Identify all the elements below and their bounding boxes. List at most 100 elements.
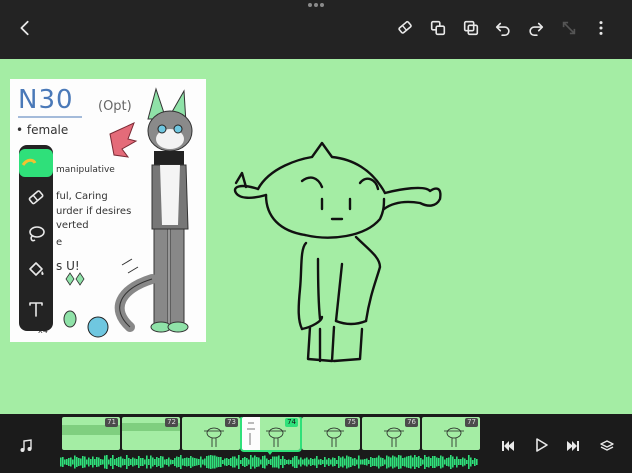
waveform-bar xyxy=(476,459,478,465)
waveform-bar xyxy=(74,455,76,469)
waveform-bar xyxy=(146,455,148,469)
redo-icon xyxy=(529,22,544,37)
frame-thumbnail[interactable]: 74 xyxy=(240,417,302,452)
waveform-bar xyxy=(332,457,334,467)
waveform-bar xyxy=(232,456,234,468)
waveform-bar xyxy=(208,455,210,469)
frame-thumbnail[interactable]: 72 xyxy=(122,417,180,450)
waveform-bar xyxy=(328,458,330,466)
text-tool[interactable] xyxy=(19,295,53,323)
waveform-bar xyxy=(234,456,236,468)
waveform-bar xyxy=(100,459,102,465)
waveform-bar xyxy=(184,458,186,466)
eraser-button[interactable] xyxy=(394,17,416,39)
waveform-bar xyxy=(252,457,254,467)
waveform-bar xyxy=(446,458,448,466)
waveform-bar xyxy=(376,457,378,467)
waveform-bar xyxy=(408,456,410,468)
waveform-bar xyxy=(182,458,184,466)
waveform-bar xyxy=(210,455,212,469)
waveform-bar xyxy=(144,459,146,465)
waveform-bar xyxy=(442,456,444,468)
sketch-character xyxy=(233,141,442,363)
waveform-bar xyxy=(104,455,106,469)
waveform-bar xyxy=(218,457,220,467)
waveform-bar xyxy=(224,458,226,466)
waveform-bar xyxy=(280,459,282,465)
waveform-bar xyxy=(286,460,288,464)
lasso-icon xyxy=(29,226,45,242)
play-button[interactable] xyxy=(531,435,551,455)
undo-button[interactable] xyxy=(492,17,514,39)
waveform-bar xyxy=(122,458,124,466)
waveform-bar xyxy=(394,456,396,468)
waveform-bar xyxy=(440,455,442,469)
waveform-bar xyxy=(130,459,132,465)
resize-button[interactable] xyxy=(558,17,580,39)
music-button[interactable] xyxy=(16,436,36,456)
frame-thumbnail[interactable]: 76 xyxy=(362,417,420,450)
waveform-bar xyxy=(238,455,240,469)
frame-thumbnail[interactable]: 73 xyxy=(182,417,240,450)
lasso-tool[interactable] xyxy=(19,221,53,247)
frame-thumbnail[interactable]: 71 xyxy=(62,417,120,450)
waveform-bar xyxy=(420,458,422,466)
waveform-bar xyxy=(276,456,278,468)
waveform-bar xyxy=(462,457,464,467)
waveform-bar xyxy=(356,459,358,465)
skip-to-start-button[interactable] xyxy=(498,436,518,456)
redo-button[interactable] xyxy=(525,17,547,39)
waveform-bar xyxy=(318,459,320,465)
resize-icon xyxy=(562,21,576,35)
waveform-bar xyxy=(204,458,206,466)
drawing-canvas[interactable]: N30 (Opt) • female manipulative ful, Car… xyxy=(0,59,632,414)
waveform-bar xyxy=(460,459,462,465)
frame-number: 71 xyxy=(105,418,118,427)
waveform-bar xyxy=(418,456,420,468)
waveform-bar xyxy=(186,457,188,467)
waveform-bar xyxy=(380,457,382,467)
waveform-bar xyxy=(206,456,208,468)
frame-thumbnail[interactable]: 77 xyxy=(422,417,480,450)
copy-frame-button[interactable] xyxy=(427,17,449,39)
waveform-bar xyxy=(254,455,256,469)
eraser-tool[interactable] xyxy=(19,185,53,211)
waveform-bar xyxy=(88,457,90,467)
waveform-bar xyxy=(426,457,428,467)
waveform-bar xyxy=(406,456,408,468)
waveform-bar xyxy=(190,456,192,468)
waveform-bar xyxy=(358,455,360,469)
top-toolbar xyxy=(0,0,632,59)
text-icon xyxy=(29,302,43,317)
waveform-bar xyxy=(374,458,376,466)
waveform-bar xyxy=(246,458,248,466)
waveform-bar xyxy=(80,458,82,466)
frame-thumbnail[interactable]: 75 xyxy=(302,417,360,450)
waveform-bar xyxy=(108,459,110,465)
waveform-bar xyxy=(340,457,342,467)
waveform-bar xyxy=(378,455,380,469)
waveform-bar xyxy=(148,459,150,465)
skip-to-end-button[interactable] xyxy=(563,436,583,456)
fill-bucket-tool[interactable] xyxy=(19,257,53,283)
back-icon xyxy=(20,20,29,36)
waveform-bar xyxy=(96,457,98,467)
waveform-bar xyxy=(98,457,100,467)
waveform-bar xyxy=(156,457,158,467)
play-icon xyxy=(536,438,548,452)
waveform-bar xyxy=(120,456,122,468)
more-button[interactable] xyxy=(590,17,612,39)
waveform-bar xyxy=(132,457,134,467)
waveform-bar xyxy=(248,459,250,465)
waveform-bar xyxy=(250,455,252,469)
waveform-bar xyxy=(312,459,314,465)
color-swatch-button[interactable] xyxy=(19,149,53,177)
audio-waveform[interactable] xyxy=(60,455,478,469)
waveform-bar xyxy=(320,459,322,465)
back-button[interactable] xyxy=(14,17,36,39)
waveform-bar xyxy=(308,459,310,465)
duplicate-button[interactable] xyxy=(460,17,482,39)
window-grip[interactable] xyxy=(308,3,324,9)
layers-button[interactable] xyxy=(597,435,617,455)
waveform-bar xyxy=(372,458,374,466)
